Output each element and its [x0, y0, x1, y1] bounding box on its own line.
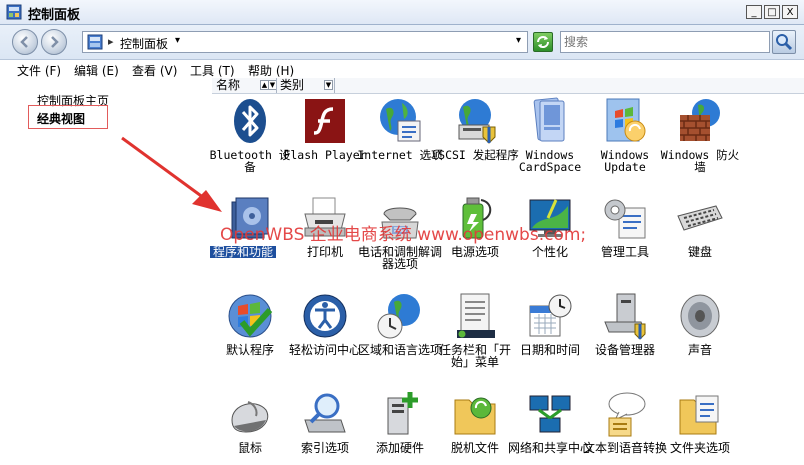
mouse-icon [231, 401, 269, 433]
taskbar-icon [457, 293, 495, 338]
search-button[interactable] [772, 30, 796, 54]
sidebar-link-classic-view[interactable]: 经典视图 [28, 105, 108, 129]
menu-view[interactable]: 查看 (V) [132, 62, 177, 79]
search-box[interactable] [560, 31, 773, 53]
column-header: 名称 ▲ ▼ 类别 ▼ [212, 78, 804, 94]
navigation-bar: ▸ 控制面板 ▾ ▾ [0, 25, 804, 60]
control-panel-icon [6, 4, 22, 20]
menu-help[interactable]: 帮助 (H) [248, 62, 294, 79]
forward-button[interactable] [41, 29, 67, 55]
refresh-icon [537, 36, 549, 48]
back-button[interactable] [12, 29, 38, 55]
column-divider[interactable] [334, 78, 335, 93]
red-arrow-annotation [121, 136, 222, 212]
cardspace-icon [533, 97, 565, 142]
breadcrumb-control-panel[interactable]: 控制面板 [120, 35, 168, 52]
item-label: 键盘 [687, 245, 712, 259]
ease-of-access-icon [303, 294, 347, 338]
title-bar: 控制面板 _ □ X [0, 0, 804, 25]
default-programs-icon [228, 294, 273, 338]
address-dropdown-icon[interactable]: ▾ [516, 35, 521, 46]
bluetooth-icon [234, 99, 266, 143]
flash-icon [305, 99, 345, 143]
breadcrumb-chevron-icon[interactable]: ▾ [175, 35, 180, 46]
item-label: 文件夹选项 [669, 441, 730, 455]
control-panel-small-icon [87, 34, 103, 50]
menu-file[interactable]: 文件 (F) [17, 62, 61, 79]
item-label: 程序和功能 [210, 246, 276, 258]
admin-tools-icon [604, 199, 646, 239]
menu-tools[interactable]: 工具 (T) [190, 62, 235, 79]
internet-globe-icon [380, 99, 421, 142]
breadcrumb-separator-icon[interactable]: ▸ [108, 35, 114, 48]
item-label: Windows 防火墙 [660, 148, 740, 174]
firewall-icon [680, 99, 720, 141]
indexing-icon [304, 393, 346, 433]
column-divider[interactable] [276, 78, 277, 93]
folder-options-icon [679, 395, 719, 435]
column-name[interactable]: 名称 [216, 78, 240, 93]
minimize-button[interactable]: _ [746, 5, 762, 19]
menu-edit[interactable]: 编辑 (E) [74, 62, 119, 79]
text-to-speech-icon [608, 392, 646, 437]
refresh-button[interactable] [533, 32, 553, 52]
keyboard-icon [677, 205, 723, 231]
window-title: 控制面板 [28, 8, 81, 23]
sound-icon [680, 294, 720, 338]
close-button[interactable]: X [782, 5, 798, 19]
device-manager-icon [604, 293, 646, 340]
date-time-icon [529, 294, 572, 337]
search-icon [776, 34, 793, 51]
add-hardware-icon [387, 392, 418, 435]
column-category-dropdown-icon[interactable]: ▼ [324, 80, 333, 90]
windows-update-icon [606, 98, 646, 142]
maximize-button[interactable]: □ [764, 5, 780, 19]
column-category[interactable]: 类别 [280, 78, 304, 93]
search-input[interactable] [561, 32, 773, 52]
watermark-text: OpenWBS 企业电商系统 www.openwbs.com; [220, 225, 587, 245]
menu-bar: 文件 (F) 编辑 (E) 查看 (V) 工具 (T) 帮助 (H) [0, 60, 804, 78]
forward-arrow-icon [51, 36, 59, 48]
region-language-icon [377, 294, 420, 339]
back-arrow-icon [20, 36, 28, 48]
network-icon [529, 395, 571, 433]
item-label: 声音 [687, 343, 712, 357]
iscsi-globe-icon [458, 99, 496, 144]
address-bar[interactable]: ▸ 控制面板 ▾ ▾ [82, 31, 528, 53]
offline-files-icon [454, 397, 496, 435]
